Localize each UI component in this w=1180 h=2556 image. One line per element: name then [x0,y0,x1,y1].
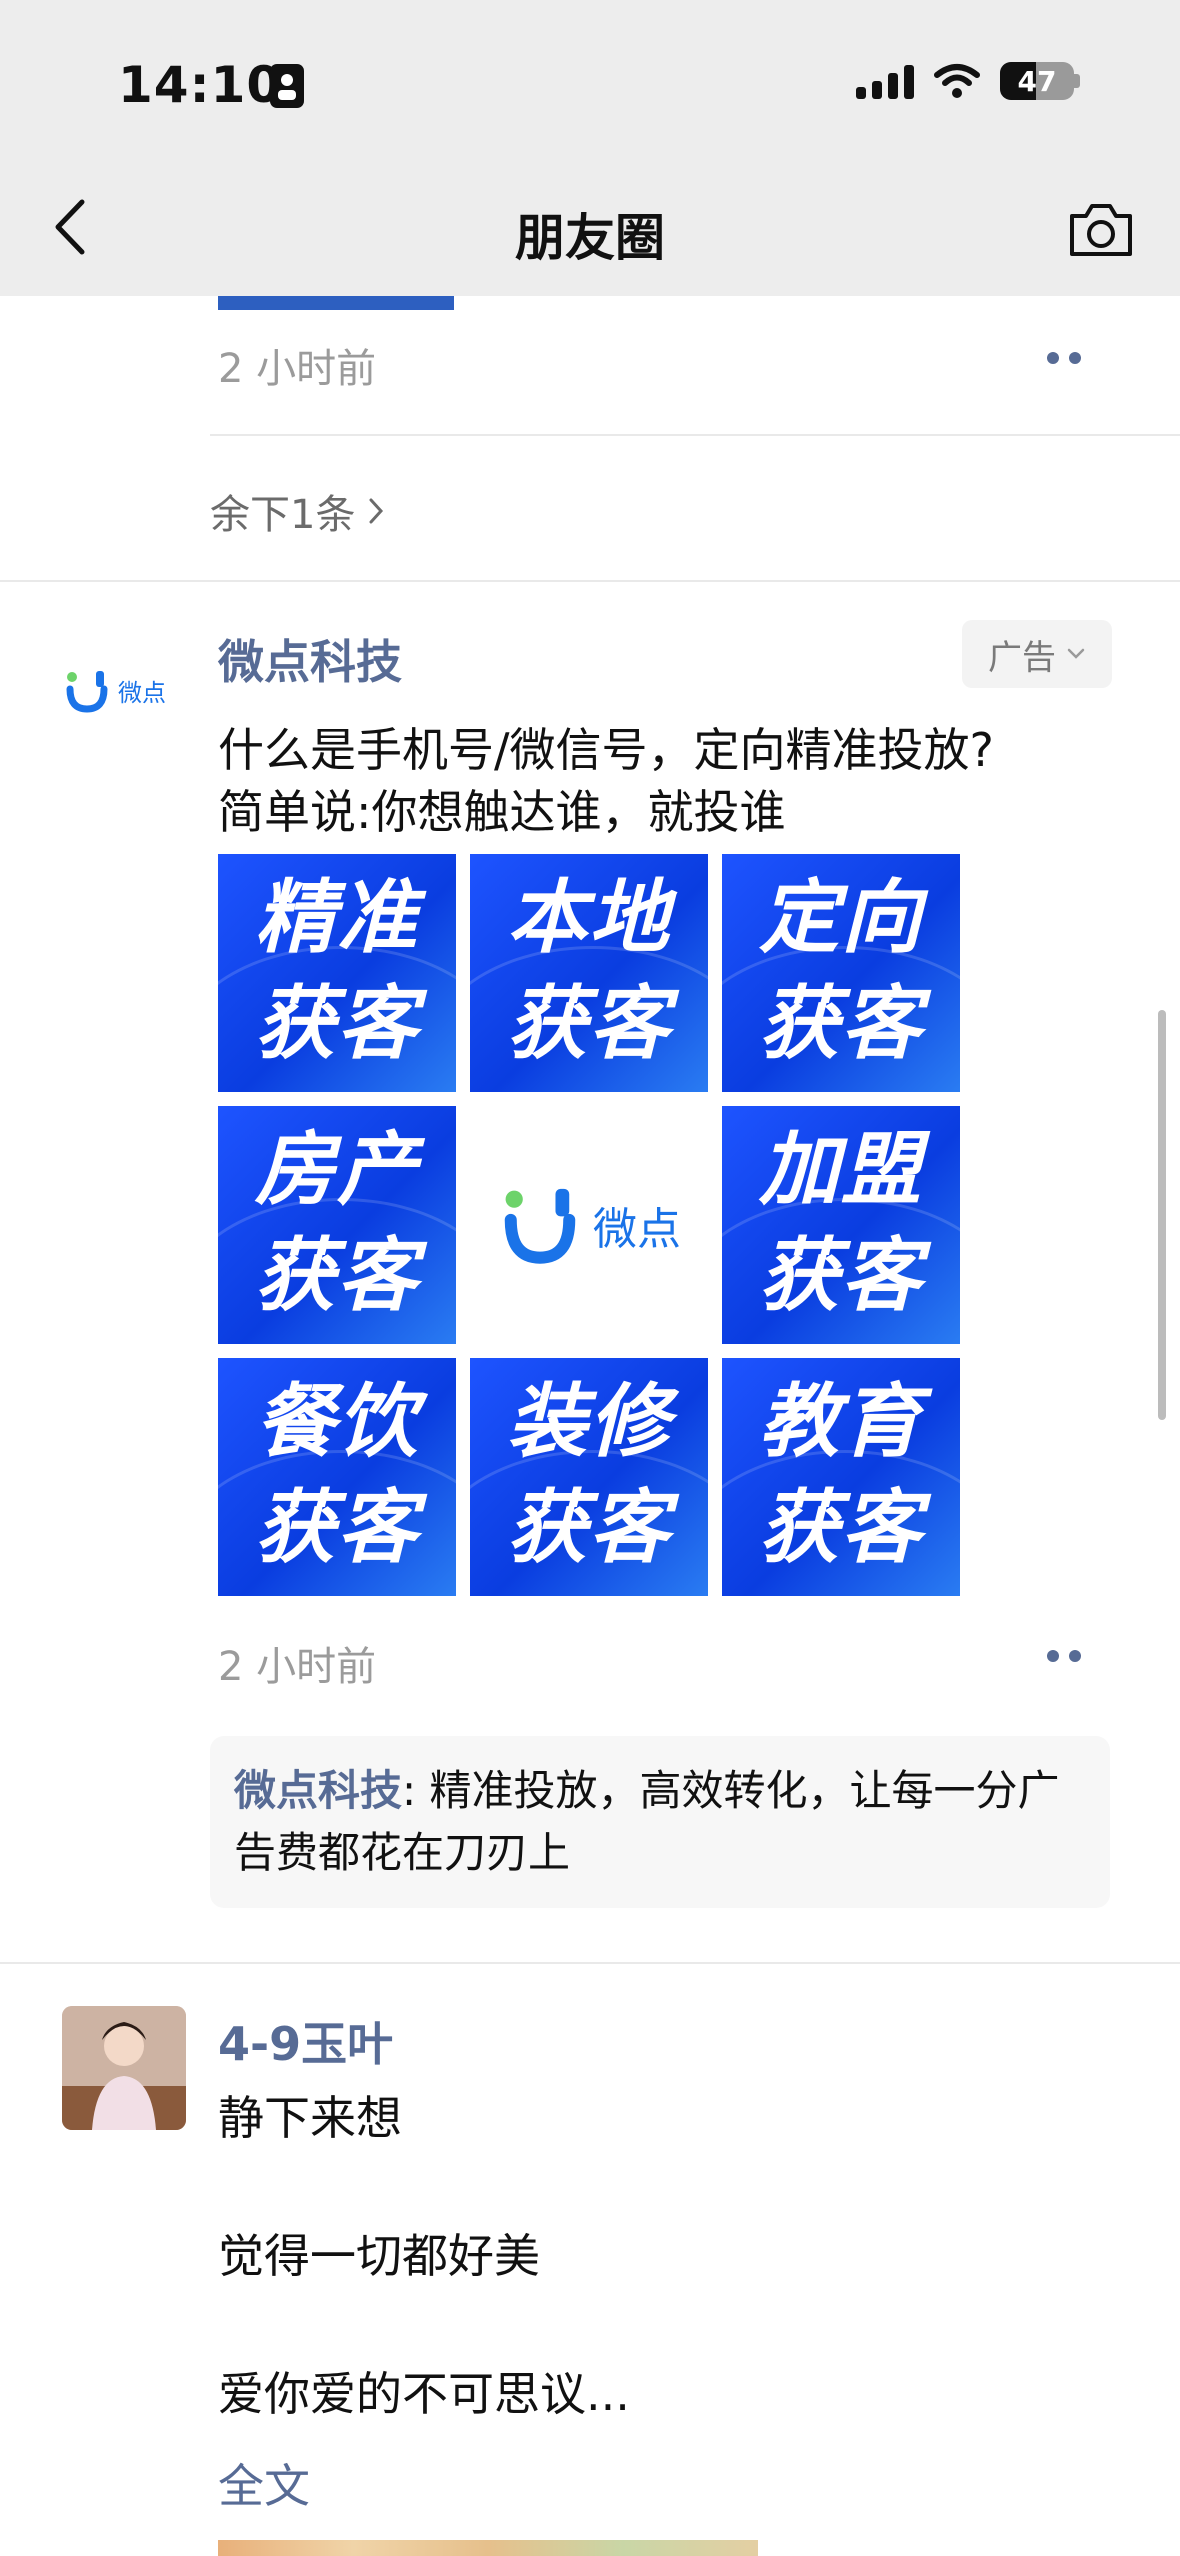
post-text-line: 爱你爱的不可思议... [218,2367,630,2421]
contact-card-icon [270,64,304,108]
post-separator [0,1962,1180,1964]
tile-text: 加盟 [759,1123,923,1216]
tile-text: 获客 [759,1229,923,1322]
more-actions-button[interactable] [1034,1636,1094,1676]
post-separator [0,580,1180,582]
chevron-down-icon [1067,648,1085,659]
more-replies-label: 余下1条 [210,492,356,538]
ad-image-tile[interactable]: 本地 获客 [470,854,708,1092]
tile-text: 定向 [759,871,923,964]
weidian-logo-icon [504,1188,576,1264]
tile-text: 餐饮 [255,1375,419,1468]
tile-text: 装修 [507,1375,671,1468]
previous-post-image-edge [218,296,454,310]
scrollbar[interactable] [1158,1010,1166,1420]
post-timestamp: 2 小时前 [218,346,377,392]
battery-icon: 47 [1000,62,1074,100]
ad-image-tile[interactable]: 定向 获客 [722,854,960,1092]
post-text-line: 觉得一切都好美 [218,2229,540,2283]
full-text-link[interactable]: 全文 [218,2450,310,2516]
tile-text: 本地 [507,871,671,964]
more-replies-link[interactable]: 余下1条 [210,482,385,540]
tile-text: 精准 [255,871,419,964]
ad-badge-button[interactable]: 广告 [962,620,1112,688]
post-text-line: 静下来想 [218,2091,402,2145]
avatar-photo [62,2006,186,2130]
camera-icon[interactable] [1066,198,1136,260]
ad-image-tile[interactable]: 教育 获客 [722,1358,960,1596]
ad-badge-label: 广告 [988,637,1056,678]
advertiser-avatar[interactable]: 微点 [62,650,186,730]
wifi-icon [934,64,980,98]
tile-text: 获客 [759,1481,923,1574]
ad-image-tile[interactable]: 餐饮 获客 [218,1358,456,1596]
ad-text-line-2: 简单说:你想触达谁，就投谁 [218,785,786,839]
ad-author-name[interactable]: 微点科技 [218,626,402,692]
status-time: 14:10 [118,56,283,114]
avatar-logo-text: 微点 [118,678,166,707]
logo-text: 微点 [593,1204,681,1255]
comment-item[interactable]: 微点科技: 精准投放，高效转化，让每一分广告费都花在刀刃上 [234,1760,1094,1884]
page-title: 朋友圈 [515,209,665,267]
post-author-name[interactable]: 4-9玉叶 [218,2008,393,2074]
ad-image-logo-tile[interactable]: 微点 [470,1106,708,1344]
ad-image-tile[interactable]: 精准 获客 [218,854,456,1092]
comment-box: 微点科技: 精准投放，高效转化，让每一分广告费都花在刀刃上 [210,1736,1110,1908]
tile-text: 获客 [507,977,671,1070]
ad-image-tile[interactable]: 加盟 获客 [722,1106,960,1344]
tile-text: 教育 [759,1375,923,1468]
ad-image-grid: 精准 获客 本地 获客 定向 获客 房产 获客 微点 加盟 获客 餐饮 获客 装修 获客 教育… [218,854,960,1596]
user-avatar[interactable] [62,2006,186,2130]
status-indicators: 47 [856,62,1080,100]
tile-text: 获客 [255,1229,419,1322]
comment-author[interactable]: 微点科技 [234,1766,402,1815]
post-image-preview[interactable] [218,2540,758,2556]
tile-text: 获客 [255,1481,419,1574]
ad-image-tile[interactable]: 装修 获客 [470,1358,708,1596]
divider [210,434,1180,436]
weidian-logo-icon [66,671,108,713]
tile-text: 获客 [255,977,419,1070]
ad-image-tile[interactable]: 房产 获客 [218,1106,456,1344]
tile-text: 获客 [507,1481,671,1574]
more-actions-button[interactable] [1034,338,1094,378]
battery-level: 47 [1017,64,1057,98]
cellular-signal-icon [856,63,914,99]
chevron-right-icon [369,498,384,524]
ad-timestamp: 2 小时前 [218,1644,377,1690]
tile-text: 获客 [759,977,923,1070]
ad-text-line-1: 什么是手机号/微信号，定向精准投放? [218,723,994,777]
tile-text: 房产 [255,1123,419,1216]
